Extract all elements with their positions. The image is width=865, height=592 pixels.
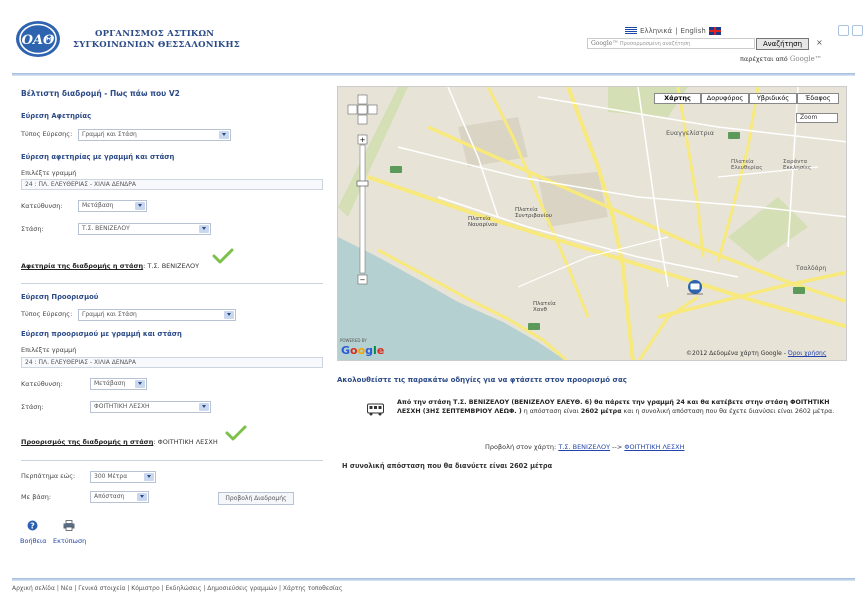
dest-line-label: Επιλέξτε γραμμή	[21, 346, 77, 354]
search-input[interactable]: Google™ Προσαρμοσμένη αναζήτηση	[587, 38, 755, 49]
greek-flag-icon[interactable]	[625, 27, 637, 35]
start-line-label: Επιλέξτε γραμμή	[21, 169, 77, 177]
view-to-link[interactable]: ΦΟΙΤΗΤΙΚΗ ΛΕΣΧΗ	[624, 443, 684, 451]
start-confirmation: Αφετηρία της διαδρομής η στάση: Τ.Σ. ΒΕΝ…	[21, 262, 200, 270]
header-divider	[12, 73, 855, 76]
bus-icon	[367, 403, 384, 416]
chevron-down-icon	[135, 380, 145, 388]
map-tab-terrain[interactable]: Έδαφος	[797, 93, 839, 104]
dest-type-label: Τύπος Εύρεσης:	[21, 310, 73, 318]
home-icon[interactable]	[838, 25, 849, 36]
language-switcher: Ελληνικά | English	[625, 27, 721, 35]
view-on-map: Προβολή στον χάρτη: Τ.Σ. ΒΕΝΙΖΕΛΟΥ --> Φ…	[485, 443, 685, 451]
start-stop-select[interactable]: Τ.Σ. ΒΕΝΙΖΕΛΟΥ	[78, 223, 211, 235]
dest-stop-label: Στάση:	[21, 403, 44, 411]
map-place-label: Πλατεία Χανθ	[533, 301, 556, 313]
uk-flag-icon[interactable]	[708, 27, 721, 35]
start-direction-label: Κατεύθυνση:	[21, 202, 63, 210]
checkmark-icon	[212, 248, 234, 264]
print-link[interactable]: Εκτύπωση	[53, 537, 86, 545]
section-divider	[21, 460, 323, 461]
basis-label: Με βάση:	[21, 493, 52, 501]
map-place-label: Σαράντα Εκκλησίες	[783, 159, 812, 171]
footer-divider	[12, 578, 855, 581]
walk-distance-select[interactable]: 300 Μέτρα	[90, 471, 156, 483]
show-route-button[interactable]: Προβολή Διαδρομής	[218, 492, 294, 505]
svg-text:?: ?	[30, 521, 35, 530]
checkmark-icon	[225, 425, 247, 441]
chevron-down-icon	[144, 473, 154, 481]
dest-direction-label: Κατεύθυνση:	[21, 380, 63, 388]
start-type-label: Τύπος Εύρεσης:	[21, 130, 73, 138]
start-line-field[interactable]: 24 : ΠΛ. ΕΛΕΥΘΕΡΙΑΣ - ΧΙΛΙΑ ΔΕΝΔΡΑ	[21, 179, 323, 190]
lang-english-link[interactable]: English	[681, 27, 706, 35]
help-link[interactable]: Βοήθεια	[20, 537, 47, 545]
start-direction-select[interactable]: Μετάβαση	[78, 200, 147, 212]
start-stop-label: Στάση:	[21, 225, 44, 233]
dest-section-title: Εύρεση Προορισμού	[21, 293, 99, 301]
dest-stop-select[interactable]: ΦΟΙΤΗΤΙΚΗ ΛΕΣΧΗ	[90, 401, 211, 413]
chevron-down-icon	[135, 202, 145, 210]
walk-label: Περπάτημα εώς:	[21, 472, 76, 480]
svg-text:−: −	[360, 276, 366, 284]
map-place-label: Πλατεία Ελευθερίας	[731, 159, 763, 171]
map-tab-map[interactable]: Χάρτης	[654, 93, 701, 104]
chevron-down-icon	[219, 131, 229, 139]
google-logo: Google	[341, 344, 385, 357]
map-copyright: ©2012 Δεδομένα χάρτη Google - Όροι χρήση…	[686, 350, 827, 357]
search-placeholder: Προσαρμοσμένη αναζήτηση	[619, 41, 691, 47]
map-canvas[interactable]: + −	[338, 87, 847, 361]
chevron-down-icon	[199, 225, 209, 233]
section-divider	[21, 283, 323, 284]
clear-search-icon[interactable]: ×	[816, 38, 823, 47]
oasth-logo[interactable]: ΟΑΘ	[14, 19, 62, 59]
map-place-label: Πλατεία Ναυαρίνου	[468, 216, 498, 228]
lang-separator: |	[675, 27, 678, 35]
powered-by-small: POWERED BY	[340, 338, 367, 343]
map-tab-hybrid[interactable]: Υβριδικός	[749, 93, 797, 104]
top-tools	[838, 25, 865, 36]
page-title: Βέλτιστη διαδρομή - Πως πάω που V2	[21, 89, 180, 98]
directions-heading: Ακολουθείστε τις παρακάτω οδηγίες για να…	[337, 376, 627, 384]
map-place-label: Πλατεία Συντριβανίου	[515, 207, 553, 219]
map-place-label: Τσαλδάρη	[796, 265, 827, 272]
chevron-down-icon	[224, 311, 234, 319]
dest-type-select[interactable]: Γραμμή και Στάση	[78, 309, 236, 321]
chevron-down-icon	[199, 403, 209, 411]
direction-step: Από την στάση Τ.Σ. ΒΕΝΙΖΕΛΟΥ (ΒΕΝΙΖΕΛΟΥ …	[397, 399, 835, 415]
dest-subsection-title: Εύρεση προορισμού με γραμμή και στάση	[21, 330, 182, 338]
start-section-title: Εύρεση Αφετηρίας	[21, 112, 92, 120]
org-name-line2: ΣΥΓΚΟΙΝΩΝΙΩΝ ΘΕΣΣΑΛΟΝΙΚΗΣ	[73, 40, 240, 50]
route-map[interactable]: + − Χάρτης Δορυφόρος Υβριδικός Έδαφος Zo…	[337, 86, 847, 361]
map-tab-satellite[interactable]: Δορυφόρος	[701, 93, 749, 104]
start-subsection-title: Εύρεση αφετηρίας με γραμμή και στάση	[21, 153, 175, 161]
print-icon[interactable]	[63, 520, 75, 531]
terms-link[interactable]: Όροι χρήσης	[788, 350, 827, 357]
svg-text:ΟΑΘ: ΟΑΘ	[22, 33, 55, 48]
chevron-down-icon	[137, 493, 147, 501]
org-name-line1: ΟΡΓΑΝΙΣΜΟΣ ΑΣΤΙΚΩΝ	[95, 29, 215, 39]
dest-confirmation: Προορισμός της διαδρομής η στάση: ΦΟΙΤΗΤ…	[21, 438, 218, 446]
total-distance: Η συνολική απόσταση που θα διανύετε είνα…	[342, 462, 553, 470]
help-icon[interactable]: ?	[27, 520, 38, 531]
zoom-button[interactable]: Zoom	[796, 113, 838, 123]
svg-text:+: +	[360, 136, 366, 144]
lang-greek-link[interactable]: Ελληνικά	[640, 27, 672, 35]
dest-line-field[interactable]: 24 : ΠΛ. ΕΛΕΥΘΕΡΙΑΣ - ΧΙΛΙΑ ΔΕΝΔΡΑ	[21, 357, 323, 368]
search-brand: Google™	[591, 40, 619, 47]
map-place-label: Ευαγγελίστρια	[666, 129, 715, 137]
mail-icon[interactable]	[852, 25, 863, 36]
search-button[interactable]: Αναζήτηση	[756, 38, 809, 50]
view-from-link[interactable]: Τ.Σ. ΒΕΝΙΖΕΛΟΥ	[558, 443, 610, 451]
powered-by: παρέχεται από Google™	[740, 55, 822, 63]
basis-select[interactable]: Απόσταση	[90, 491, 149, 503]
dest-direction-select[interactable]: Μετάβαση	[90, 378, 147, 390]
start-type-select[interactable]: Γραμμή και Στάση	[78, 129, 231, 141]
